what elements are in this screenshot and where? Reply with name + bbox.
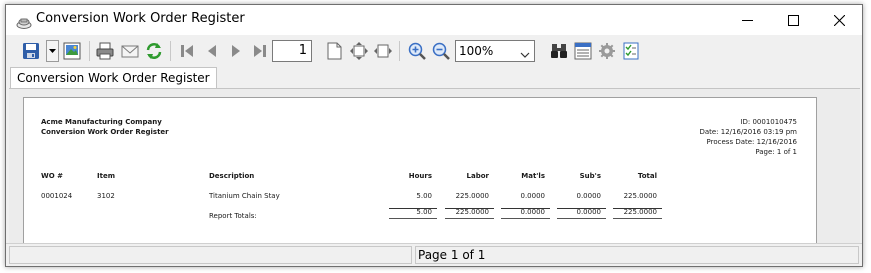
column-header-wo: WO #: [41, 172, 63, 180]
report-totals-label: Report Totals:: [209, 212, 257, 220]
fit-page-button[interactable]: [348, 40, 370, 62]
previous-page-button[interactable]: [201, 40, 223, 62]
maximize-icon: [787, 14, 799, 26]
last-page-icon: [254, 45, 266, 57]
options-icon: [623, 42, 639, 60]
maximize-button[interactable]: [770, 5, 816, 35]
report-preview-area[interactable]: Acme Manufacturing Company Conversion Wo…: [9, 88, 860, 257]
status-page-text: Page 1 of 1: [418, 248, 486, 262]
row-description: Titanium Chain Stay: [209, 192, 280, 200]
minimize-icon: [741, 19, 753, 21]
row-matls: 0.0000: [520, 192, 546, 200]
email-icon: [121, 45, 139, 58]
print-button[interactable]: [94, 40, 116, 62]
save-button[interactable]: [20, 40, 42, 62]
save-icon: [23, 43, 39, 59]
close-icon: [833, 14, 845, 26]
page-setup-icon: [574, 42, 592, 60]
row-subs: 0.0000: [576, 192, 602, 200]
next-page-icon: [232, 45, 240, 57]
find-button[interactable]: [548, 40, 570, 62]
fit-width-icon: [374, 44, 392, 58]
zoom-select[interactable]: 100%: [455, 40, 535, 62]
company-name: Acme Manufacturing Company: [41, 118, 162, 126]
column-header-description: Description: [209, 172, 255, 180]
total-hours: 5.00: [416, 208, 432, 216]
find-icon: [551, 44, 567, 58]
report-id: ID: 0001010475: [740, 118, 797, 126]
column-header-matls: Mat'ls: [521, 172, 545, 180]
close-button[interactable]: [816, 5, 862, 35]
next-page-button[interactable]: [225, 40, 247, 62]
refresh-button[interactable]: [143, 40, 165, 62]
single-page-button[interactable]: [323, 40, 345, 62]
process-date: Process Date: 12/16/2016: [706, 138, 797, 146]
tab-bar: Conversion Work Order Register: [6, 66, 862, 89]
options-button[interactable]: [620, 40, 642, 62]
settings-button[interactable]: [596, 40, 618, 62]
page-number-input[interactable]: 1: [272, 40, 312, 62]
row-wo: 0001024: [41, 192, 73, 200]
page-info: Page: 1 of 1: [755, 148, 797, 156]
zoom-in-icon: [408, 42, 426, 60]
row-labor: 225.0000: [455, 192, 489, 200]
window-title: Conversion Work Order Register: [36, 11, 245, 26]
total-matls: 0.0000: [520, 208, 546, 216]
fit-page-icon: [350, 42, 368, 60]
report-page: Acme Manufacturing Company Conversion Wo…: [23, 97, 817, 257]
column-header-subs: Sub's: [579, 172, 601, 180]
column-header-labor: Labor: [466, 172, 489, 180]
print-icon: [96, 42, 114, 60]
column-header-item: Item: [97, 172, 115, 180]
column-header-hours: Hours: [408, 172, 432, 180]
export-button[interactable]: [61, 40, 83, 62]
email-button[interactable]: [119, 40, 141, 62]
single-page-icon: [327, 42, 342, 60]
previous-page-icon: [208, 45, 216, 57]
refresh-icon: [146, 43, 162, 59]
report-title: Conversion Work Order Register: [41, 128, 169, 136]
report-date: Date: 12/16/2016 03:19 pm: [699, 128, 797, 136]
export-icon: [63, 42, 81, 60]
total-labor: 225.0000: [455, 208, 489, 216]
minimize-button[interactable]: [724, 5, 770, 35]
row-total: 225.0000: [623, 192, 657, 200]
row-hours: 5.00: [416, 192, 432, 200]
status-pane-left: [9, 246, 412, 264]
first-page-icon: [181, 45, 193, 57]
first-page-button[interactable]: [176, 40, 198, 62]
total-subs: 0.0000: [576, 208, 602, 216]
report-viewer-window: Conversion Work Order Register 1 100% Co…: [5, 4, 863, 267]
zoom-in-button[interactable]: [406, 40, 428, 62]
zoom-out-icon: [432, 42, 450, 60]
page-setup-button[interactable]: [572, 40, 594, 62]
row-item: 3102: [97, 192, 115, 200]
zoom-out-button[interactable]: [430, 40, 452, 62]
title-bar: Conversion Work Order Register: [6, 5, 862, 35]
chevron-down-icon: [520, 45, 530, 64]
status-bar: Page 1 of 1: [6, 243, 862, 266]
column-header-total: Total: [637, 172, 657, 180]
save-dropdown-button[interactable]: [46, 40, 59, 62]
zoom-value: 100%: [459, 44, 494, 58]
fit-width-button[interactable]: [372, 40, 394, 62]
chevron-down-icon: [49, 49, 56, 53]
app-icon: [16, 14, 32, 29]
last-page-button[interactable]: [249, 40, 271, 62]
toolbar: 1 100%: [6, 35, 862, 66]
settings-icon: [599, 43, 615, 59]
tab-conversion-work-order-register[interactable]: Conversion Work Order Register: [10, 67, 217, 89]
total-total: 225.0000: [623, 208, 657, 216]
